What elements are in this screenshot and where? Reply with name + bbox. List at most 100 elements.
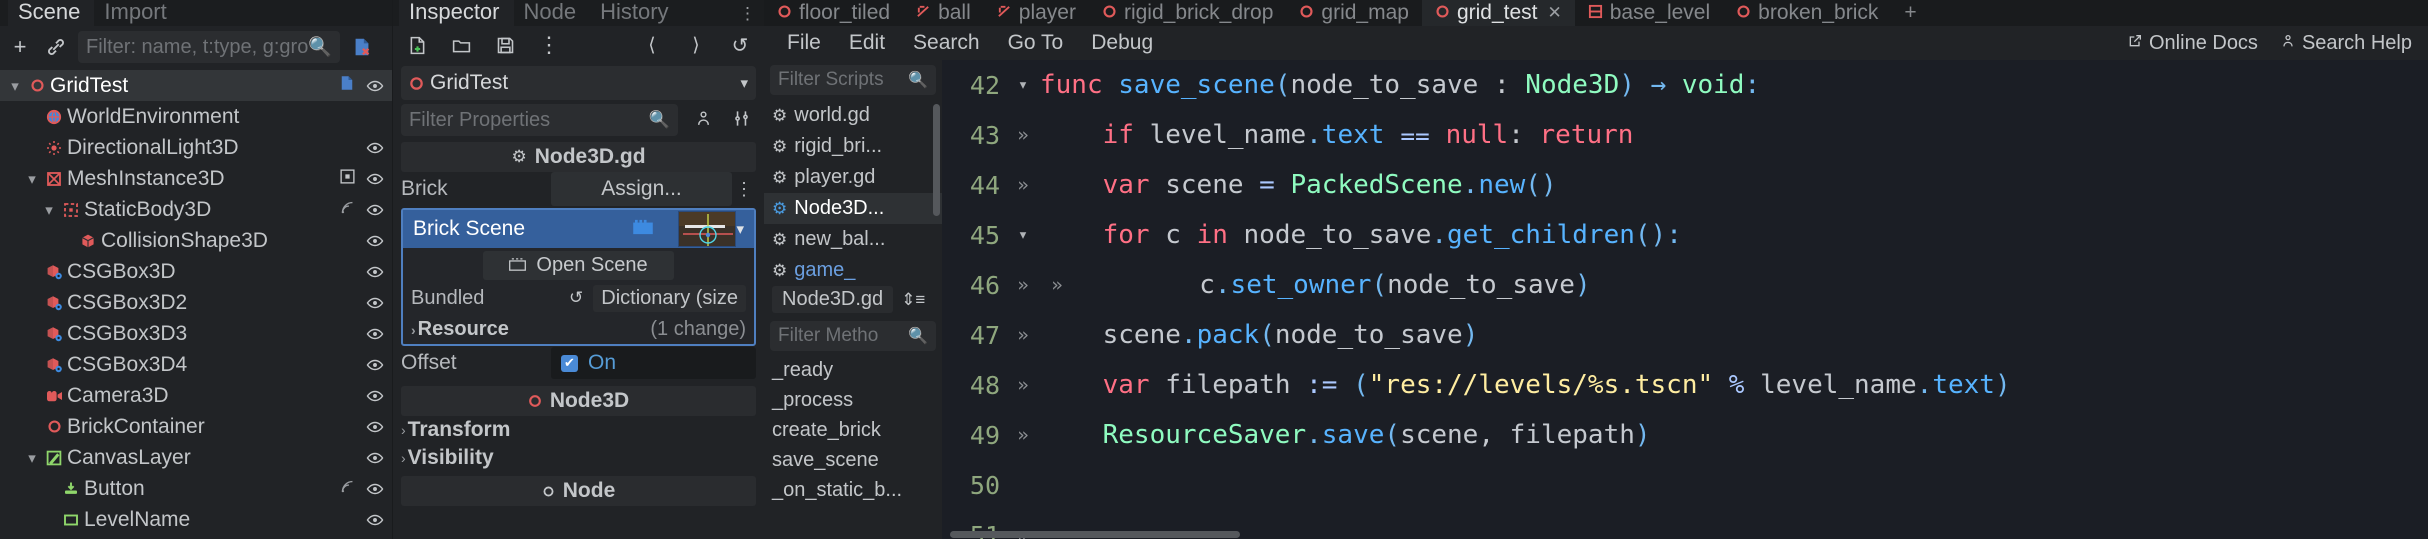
kebab-menu-icon[interactable]: ⋮ <box>535 31 563 59</box>
scene-tab-grid_map[interactable]: grid_map <box>1286 0 1422 26</box>
code-line[interactable]: 49 » ResourceSaver.save(scene, filepath) <box>942 410 2428 460</box>
scene-tab-broken_brick[interactable]: broken_brick <box>1723 0 1891 26</box>
script-category-header[interactable]: ⚙ Node3D.gd <box>401 142 756 172</box>
resource-header[interactable]: Brick Scene ▾ <box>403 210 754 248</box>
checkbox-checked-icon[interactable]: ✔ <box>561 354 578 372</box>
fold-arrow-icon[interactable]: ▾ <box>1006 225 1040 245</box>
code-editor[interactable]: 42 ▾ func save_scene(node_to_save : Node3D… <box>942 60 2428 539</box>
script-list-item[interactable]: ⚙ world.gd <box>764 100 942 131</box>
script-list-scrollbar[interactable] <box>933 104 940 216</box>
online-docs-button[interactable]: Online Docs <box>2127 32 2258 55</box>
scene-tree-item-levelname[interactable]: LevelName <box>0 504 392 535</box>
link-icon[interactable] <box>42 33 70 61</box>
script-list-item[interactable]: ⚙ Node3D... <box>764 193 942 224</box>
save-resource-icon[interactable] <box>491 31 519 59</box>
visibility-eye-icon[interactable] <box>366 356 384 374</box>
script-list-item[interactable]: ⚙ game_ <box>764 255 942 284</box>
scene-tree-item-brickcontainer[interactable]: BrickContainer <box>0 411 392 442</box>
history-prev-icon[interactable]: ⟨ <box>638 31 666 59</box>
code-line[interactable]: 46 » » c.set_owner(node_to_save) <box>942 260 2428 310</box>
close-icon[interactable]: ✕ <box>1548 3 1562 23</box>
menu-goto[interactable]: Go To <box>997 29 1075 57</box>
code-line[interactable]: 45 ▾ for c in node_to_save.get_children()… <box>942 210 2428 260</box>
scene-tab-[interactable]: + <box>1891 0 1929 26</box>
scene-tab-base_level[interactable]: base_level <box>1575 0 1723 26</box>
chevron-down-icon[interactable]: ▾ <box>736 220 744 238</box>
tab-scene[interactable]: Scene <box>8 0 95 26</box>
history-revert-icon[interactable]: ↺ <box>726 31 754 59</box>
menu-edit[interactable]: Edit <box>838 29 896 57</box>
visibility-eye-icon[interactable] <box>366 201 384 219</box>
visibility-eye-icon[interactable] <box>366 294 384 312</box>
attach-script-icon[interactable] <box>348 33 376 61</box>
fold-arrow-icon[interactable]: ▾ <box>1006 75 1040 95</box>
script-list-item[interactable]: ⚙ rigid_bri... <box>764 131 942 162</box>
new-resource-icon[interactable] <box>403 31 431 59</box>
visibility-eye-icon[interactable] <box>366 325 384 343</box>
menu-search[interactable]: Search <box>902 29 991 57</box>
visibility-eye-icon[interactable] <box>366 480 384 498</box>
tab-import[interactable]: Import <box>94 0 181 26</box>
open-scene-button[interactable]: Open Scene <box>483 250 674 280</box>
menu-file[interactable]: File <box>776 29 832 57</box>
scene-tree-item-csgbox3d2[interactable]: CSGBox3D2 <box>0 287 392 318</box>
scene-tree-item-worldenvironment[interactable]: WorldEnvironment <box>0 101 392 132</box>
method-filter-input[interactable]: Filter Metho 🔍 <box>770 320 936 351</box>
inspected-object-selector[interactable]: GridTest ▾ <box>401 66 756 100</box>
chevron-down-icon[interactable]: ▾ <box>6 77 24 95</box>
search-help-button[interactable]: Search Help <box>2280 32 2412 55</box>
visibility-eye-icon[interactable] <box>366 263 384 281</box>
code-line[interactable]: 48 » var filepath := ("res://levels/%s.ts… <box>942 360 2428 410</box>
scene-tree-item-button[interactable]: Button <box>0 473 392 504</box>
method-list-item[interactable]: save_scene <box>764 446 942 476</box>
bundled-value[interactable]: Dictionary (size <box>593 284 746 312</box>
chevron-down-icon[interactable]: ▾ <box>740 74 748 92</box>
tools-icon[interactable] <box>724 109 758 128</box>
history-next-icon[interactable]: ⟩ <box>682 31 710 59</box>
script-list-item[interactable]: ⚙ new_bal... <box>764 224 942 255</box>
code-line[interactable]: 43 » if level_name.text ⩵ null: return <box>942 110 2428 160</box>
visibility-eye-icon[interactable] <box>366 232 384 250</box>
scene-filter-input[interactable]: Filter: name, t:type, g:gro 🔍 <box>78 31 340 63</box>
chevron-down-icon[interactable]: ▾ <box>23 449 41 467</box>
group-icon[interactable] <box>339 168 356 190</box>
assign-button[interactable]: Assign... <box>551 172 732 206</box>
tab-node[interactable]: Node <box>513 0 591 26</box>
code-horizontal-scrollbar[interactable] <box>942 530 2428 539</box>
resource-subsection[interactable]: › Resource (1 change) <box>403 314 754 344</box>
scene-tab-grid_test[interactable]: grid_test ✕ <box>1421 0 1575 26</box>
visibility-eye-icon[interactable] <box>366 139 384 157</box>
plus-icon[interactable]: + <box>6 33 34 61</box>
scene-tree-item-camera3d[interactable]: Camera3D <box>0 380 392 411</box>
scene-tree-item-csgbox3d3[interactable]: CSGBox3D3 <box>0 318 392 349</box>
inspector-filter-input[interactable]: Filter Properties 🔍 <box>401 104 678 136</box>
script-list-item[interactable]: ⚙ player.gd <box>764 162 942 193</box>
visibility-eye-icon[interactable] <box>366 77 384 95</box>
scene-tree-item-meshinstance3d[interactable]: ▾ MeshInstance3D <box>0 163 392 194</box>
visibility-eye-icon[interactable] <box>366 418 384 436</box>
scene-tab-rigid_brick_drop[interactable]: rigid_brick_drop <box>1089 0 1286 26</box>
code-line[interactable]: 42 ▾ func save_scene(node_to_save : Node3D… <box>942 60 2428 110</box>
scene-tab-player[interactable]: player <box>984 0 1089 26</box>
scene-tree-item-canvaslayer[interactable]: ▾ CanvasLayer <box>0 442 392 473</box>
inspector-dock-menu-icon[interactable]: ⋮ <box>739 4 764 26</box>
visibility-eye-icon[interactable] <box>366 449 384 467</box>
kebab-menu-icon[interactable]: ⋮ <box>732 179 756 200</box>
script-icon[interactable] <box>338 74 356 97</box>
revert-icon[interactable]: ↺ <box>569 288 583 308</box>
node-category-header[interactable]: Node <box>401 476 756 506</box>
scene-tree-item-collisionshape3d[interactable]: CollisionShape3D <box>0 225 392 256</box>
script-filter-input[interactable]: Filter Scripts 🔍 <box>770 65 936 95</box>
sort-icon[interactable]: ⇕≡ <box>901 290 925 310</box>
visibility-group[interactable]: › Visibility <box>393 444 764 472</box>
transform-group[interactable]: › Transform <box>393 416 764 444</box>
method-list-item[interactable]: _on_static_b... <box>764 476 942 506</box>
node3d-category-header[interactable]: Node3D <box>401 386 756 416</box>
scene-tab-ball[interactable]: ball <box>903 0 984 26</box>
open-docs-icon[interactable] <box>686 109 720 128</box>
scene-tree-item-csgbox3d[interactable]: CSGBox3D <box>0 256 392 287</box>
scene-tree-item-csgbox3d4[interactable]: CSGBox3D4 <box>0 349 392 380</box>
visibility-eye-icon[interactable] <box>366 387 384 405</box>
visibility-eye-icon[interactable] <box>366 170 384 188</box>
code-line[interactable]: 47 » scene.pack(node_to_save) <box>942 310 2428 360</box>
